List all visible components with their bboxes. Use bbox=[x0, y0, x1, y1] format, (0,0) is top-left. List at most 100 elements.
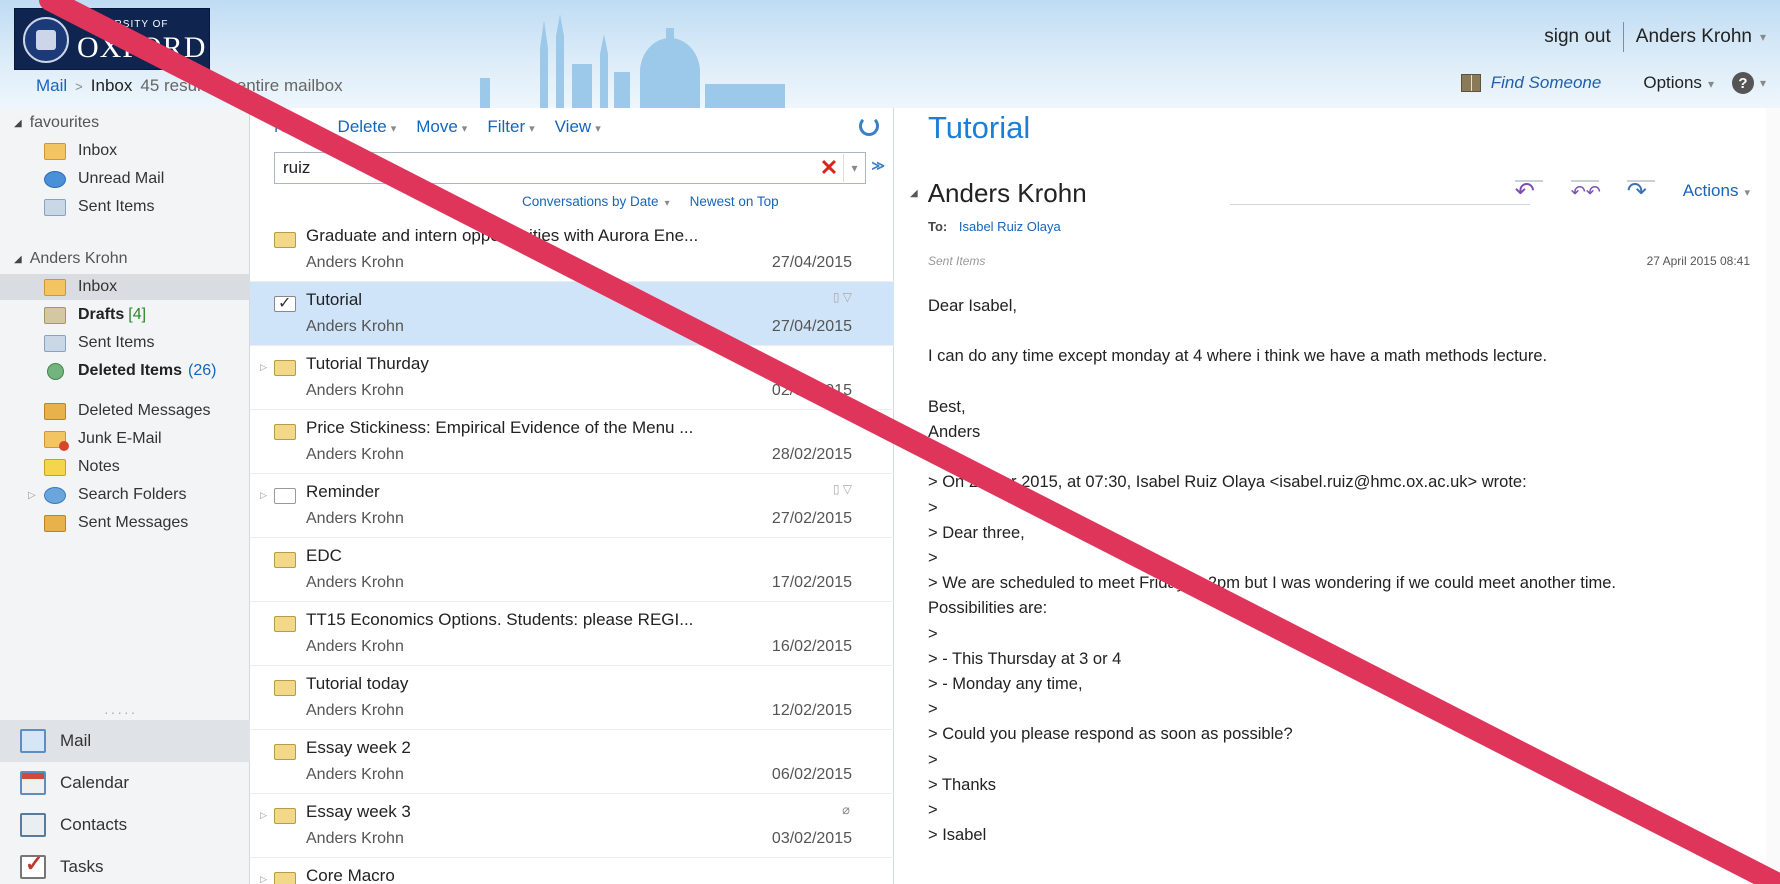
account-header[interactable]: ◢ Anders Krohn bbox=[14, 250, 128, 268]
read-envelope-icon bbox=[274, 808, 296, 824]
folder-inbox[interactable]: Inbox bbox=[0, 274, 250, 300]
reply-all-icon[interactable] bbox=[1570, 180, 1601, 204]
crest-icon bbox=[23, 17, 69, 63]
clear-search-icon[interactable]: ✕ bbox=[815, 154, 843, 182]
list-item[interactable]: Essay week 2 Anders Krohn 06/02/2015 bbox=[250, 730, 894, 794]
list-item[interactable]: ▷ Tutorial Thurday Anders Krohn 02/03/20… bbox=[250, 346, 894, 410]
folder-label: Junk E-Mail bbox=[78, 430, 162, 447]
nav-calendar[interactable]: Calendar bbox=[0, 762, 250, 804]
list-item[interactable]: Graduate and intern opportunities with A… bbox=[250, 218, 894, 282]
collapse-triangle-icon[interactable]: ◢ bbox=[14, 118, 22, 129]
message-sender: Anders Krohn bbox=[306, 766, 404, 783]
expand-conversation-icon[interactable]: ▷ bbox=[260, 810, 267, 821]
help-menu[interactable]: ? ▾ bbox=[1731, 72, 1766, 94]
message-date: 12/02/2015 bbox=[771, 702, 852, 719]
message-date: 27 April 2015 08:41 bbox=[1646, 254, 1750, 268]
account-label: Anders Krohn bbox=[29, 250, 128, 267]
notes-icon bbox=[44, 458, 66, 476]
refresh-icon[interactable] bbox=[859, 116, 879, 136]
collapse-triangle-icon[interactable]: ◢ bbox=[910, 188, 918, 199]
folder-deleted-messages[interactable]: Deleted Messages bbox=[44, 398, 244, 424]
folder-sent-messages[interactable]: Sent Messages bbox=[44, 510, 244, 536]
body-line: > Thanks bbox=[928, 775, 997, 794]
calendar-icon bbox=[20, 771, 46, 795]
message-sender: Anders Krohn bbox=[306, 318, 404, 335]
favourite-unread-mail[interactable]: Unread Mail bbox=[44, 166, 244, 192]
collapse-triangle-icon[interactable]: ◢ bbox=[14, 254, 22, 265]
find-someone-button[interactable]: Find Someone bbox=[1460, 73, 1601, 93]
flag-icon[interactable]: ▯ ▽ bbox=[833, 290, 852, 304]
list-item[interactable]: EDC Anders Krohn 17/02/2015 bbox=[250, 538, 894, 602]
checkbox-icon[interactable] bbox=[274, 293, 296, 313]
scrollbar[interactable] bbox=[1766, 108, 1780, 884]
header: UNIVERSITY OF OXFORD sign out Anders Kro… bbox=[0, 0, 1780, 108]
sender-name[interactable]: Anders Krohn bbox=[928, 178, 1087, 209]
university-logo[interactable]: UNIVERSITY OF OXFORD bbox=[14, 8, 210, 70]
folder-drafts[interactable]: Drafts [4] bbox=[44, 302, 244, 328]
folder-search-folders[interactable]: ▷ Search Folders bbox=[28, 482, 244, 508]
chevron-down-icon: ▾ bbox=[1707, 77, 1714, 91]
list-item[interactable]: ▷ Reminder Anders Krohn 27/02/2015 ▯ ▽ bbox=[250, 474, 894, 538]
view-button[interactable]: View ▾ bbox=[555, 117, 601, 137]
expand-triangle-icon[interactable]: ▷ bbox=[28, 490, 36, 501]
sort-order-toggle[interactable]: Newest on Top bbox=[690, 194, 779, 209]
tasks-icon bbox=[20, 851, 46, 879]
search-folder-icon bbox=[44, 486, 66, 504]
body-line: > - This Thursday at 3 or 4 bbox=[928, 649, 1122, 668]
favourite-sent-items[interactable]: Sent Items bbox=[44, 194, 244, 220]
new-button[interactable]: New ▾ bbox=[274, 117, 318, 137]
options-menu[interactable]: Options ▾ bbox=[1643, 73, 1714, 93]
list-item[interactable]: Price Stickiness: Empirical Evidence of … bbox=[250, 410, 894, 474]
nav-label: Contacts bbox=[60, 815, 128, 834]
body-line: Possibilities are: bbox=[928, 599, 1048, 618]
breadcrumb: Mail > Inbox 45 results in entire mailbo… bbox=[36, 76, 343, 96]
folder-notes[interactable]: Notes bbox=[44, 454, 244, 480]
body-line: > Dear three, bbox=[928, 523, 1025, 542]
expand-search-icon[interactable]: ≫ bbox=[871, 158, 885, 174]
expand-conversation-icon[interactable]: ▷ bbox=[260, 874, 267, 884]
user-menu[interactable]: Anders Krohn bbox=[1636, 26, 1752, 48]
expand-conversation-icon[interactable]: ▷ bbox=[260, 362, 267, 373]
folder-junk-email[interactable]: Junk E-Mail bbox=[44, 426, 244, 452]
divider bbox=[1230, 204, 1530, 205]
flag-icon[interactable]: ▯ ▽ bbox=[833, 482, 852, 496]
address-book-icon bbox=[1460, 74, 1481, 92]
move-button[interactable]: Move ▾ bbox=[416, 117, 467, 137]
nav-mail[interactable]: Mail bbox=[0, 720, 250, 762]
forward-icon[interactable] bbox=[1626, 180, 1655, 204]
body-line: I can do any time except monday at 4 whe… bbox=[928, 347, 1548, 366]
message-title: Tutorial bbox=[928, 110, 1031, 145]
folder-sent-items[interactable]: Sent Items bbox=[44, 330, 244, 356]
breadcrumb-mail[interactable]: Mail bbox=[36, 76, 67, 96]
list-item[interactable]: Tutorial Anders Krohn 27/04/2015 ▯ ▽ bbox=[250, 282, 894, 346]
search-input[interactable] bbox=[275, 158, 815, 178]
favourites-header[interactable]: ◢ favourites bbox=[14, 114, 99, 132]
recipient-name[interactable]: Isabel Ruiz Olaya bbox=[959, 219, 1061, 234]
delete-button[interactable]: Delete ▾ bbox=[338, 117, 397, 137]
list-item[interactable]: TT15 Economics Options. Students: please… bbox=[250, 602, 894, 666]
nav-contacts[interactable]: Contacts bbox=[0, 804, 250, 846]
list-item[interactable]: Tutorial today Anders Krohn 12/02/2015 bbox=[250, 666, 894, 730]
chevron-down-icon[interactable]: ▾ bbox=[1760, 30, 1766, 44]
folder-label: Sent Items bbox=[928, 254, 986, 268]
body-line: Dear Isabel, bbox=[928, 297, 1017, 315]
message-sender: Anders Krohn bbox=[306, 638, 404, 655]
search-options-icon[interactable]: ▾ bbox=[843, 154, 865, 182]
pane-resize-grip[interactable]: ····· bbox=[104, 704, 137, 720]
expand-conversation-icon[interactable]: ▷ bbox=[260, 490, 267, 501]
reply-icon[interactable] bbox=[1514, 180, 1543, 204]
message-subject: TT15 Economics Options. Students: please… bbox=[306, 610, 694, 629]
favourite-inbox[interactable]: Inbox bbox=[44, 138, 244, 164]
list-item[interactable]: ▷ Essay week 3 Anders Krohn 03/02/2015 ⌀ bbox=[250, 794, 894, 858]
unread-count: 4 bbox=[132, 306, 142, 323]
folder-deleted-items[interactable]: Deleted Items (26) bbox=[44, 358, 244, 384]
arrange-by-dropdown[interactable]: Conversations by Date ▾ bbox=[522, 194, 670, 209]
filter-button[interactable]: Filter ▾ bbox=[487, 117, 534, 137]
actions-menu[interactable]: Actions ▾ bbox=[1683, 181, 1750, 201]
message-sender: Anders Krohn bbox=[306, 446, 404, 463]
sign-out-link[interactable]: sign out bbox=[1544, 26, 1611, 48]
message-date: 16/02/2015 bbox=[771, 638, 852, 655]
nav-tasks[interactable]: Tasks bbox=[0, 846, 250, 884]
folder-label: Deleted Messages bbox=[78, 402, 211, 419]
list-item[interactable]: ▷ Core Macro bbox=[250, 858, 894, 884]
